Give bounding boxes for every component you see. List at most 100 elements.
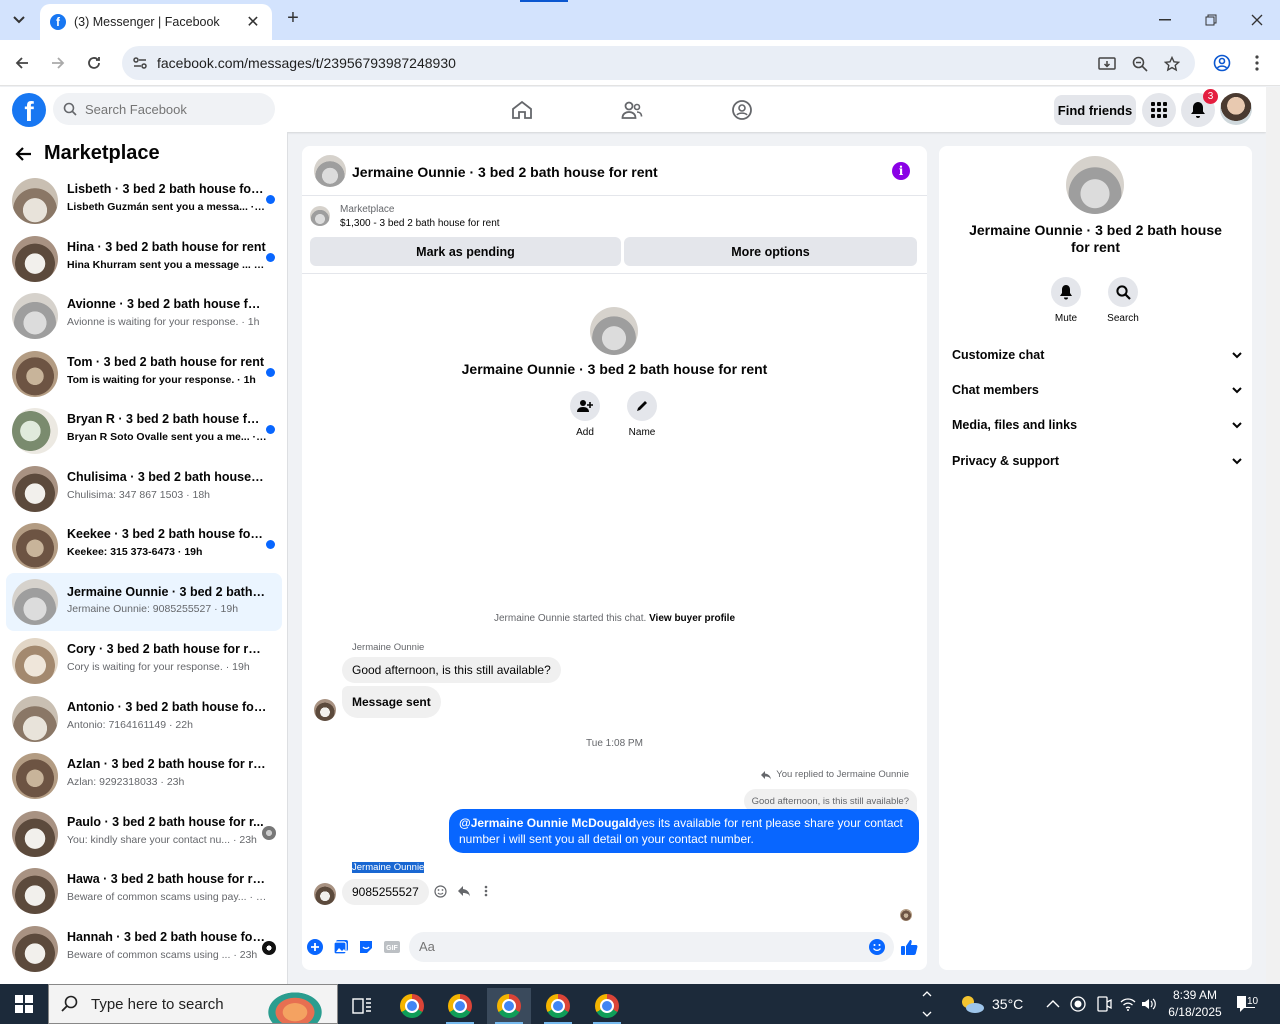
omnibox[interactable]: facebook.com/messages/t/2395679398724893… — [122, 46, 1195, 80]
listing-title[interactable]: $1,300 - 3 bed 2 bath house for rent — [340, 218, 500, 229]
conversation-name: Keekee · 3 bed 2 bath house for ... — [67, 527, 267, 541]
home-nav-icon[interactable] — [508, 97, 536, 123]
minimize-button[interactable] — [1142, 0, 1188, 40]
chrome-app-icon[interactable] — [390, 988, 434, 1024]
add-people-button[interactable]: Add — [560, 391, 610, 438]
list-item[interactable]: Bryan R · 3 bed 2 bath house for ... Bry… — [6, 404, 282, 462]
show-hidden-icons[interactable] — [1046, 984, 1060, 1024]
mention[interactable]: @Jermaine Ounnie McDougald — [459, 816, 636, 830]
facebook-icon: f — [50, 14, 66, 30]
meet-now-icon[interactable] — [1096, 984, 1112, 1024]
chrome-app-icon[interactable] — [585, 988, 629, 1024]
list-item[interactable]: Chulisima · 3 bed 2 bath house for... Ch… — [6, 462, 282, 520]
incoming-message[interactable]: Message sent — [342, 686, 441, 718]
zoom-icon[interactable] — [1130, 54, 1150, 74]
list-item[interactable]: Hawa · 3 bed 2 bath house for rent Bewar… — [6, 864, 282, 922]
page-scrollbar[interactable] — [1266, 87, 1280, 984]
sender-avatar[interactable] — [314, 883, 336, 905]
profile-icon[interactable] — [1210, 51, 1234, 75]
plus-icon[interactable] — [306, 938, 324, 956]
list-item-active[interactable]: Jermaine Ounnie · 3 bed 2 bath ho... Jer… — [6, 573, 282, 631]
chrome-app-icon[interactable] — [438, 988, 482, 1024]
bookmark-star-icon[interactable] — [1162, 54, 1182, 74]
privacy-support-section[interactable]: Privacy & support — [952, 451, 1242, 471]
search-in-chat-button[interactable]: Search — [1098, 277, 1148, 324]
taskbar-scroll-arrows[interactable] — [922, 984, 932, 1024]
facebook-logo[interactable]: f — [12, 93, 46, 127]
forward-button[interactable] — [46, 51, 70, 75]
windows-logo-icon — [15, 995, 33, 1013]
listing-thumbnail[interactable] — [310, 206, 330, 226]
list-item[interactable]: Lisbeth · 3 bed 2 bath house for ... Lis… — [6, 174, 282, 232]
react-icon[interactable] — [434, 885, 447, 898]
sender-avatar[interactable] — [314, 699, 336, 721]
url-text[interactable]: facebook.com/messages/t/2395679398724893… — [157, 55, 456, 71]
thumbs-up-icon[interactable] — [900, 938, 918, 956]
list-item[interactable]: Hina · 3 bed 2 bath house for rent Hina … — [6, 232, 282, 290]
incoming-message[interactable]: 9085255527 — [342, 879, 429, 905]
customize-chat-section[interactable]: Customize chat — [952, 345, 1242, 365]
gif-icon[interactable]: GIF — [383, 938, 401, 956]
avatar[interactable] — [314, 155, 346, 187]
view-buyer-profile-link[interactable]: View buyer profile — [649, 613, 735, 624]
mute-button[interactable]: Mute — [1041, 277, 1091, 324]
site-settings-icon[interactable] — [132, 55, 148, 71]
list-item[interactable]: Hannah · 3 bed 2 bath house for... Bewar… — [6, 922, 282, 980]
chat-members-section[interactable]: Chat members — [952, 380, 1242, 400]
taskbar-search[interactable]: Type here to search — [48, 984, 338, 1024]
weather-widget[interactable]: 35°C — [958, 984, 1023, 1024]
volume-icon[interactable] — [1141, 984, 1157, 1024]
list-item[interactable]: Tom · 3 bed 2 bath house for rent Tom is… — [6, 347, 282, 405]
search-input[interactable] — [85, 101, 265, 117]
task-view-icon[interactable] — [340, 988, 384, 1024]
list-item[interactable]: Paulo · 3 bed 2 bath house for r... You:… — [6, 807, 282, 865]
back-arrow-icon[interactable] — [14, 146, 32, 162]
friends-nav-icon[interactable] — [618, 97, 646, 123]
chat-title[interactable]: Jermaine Ounnie · 3 bed 2 bath house for… — [352, 164, 658, 180]
chrome-app-icon[interactable] — [536, 988, 580, 1024]
profile-avatar[interactable] — [1220, 93, 1252, 125]
menu-grid-icon[interactable] — [1142, 93, 1176, 127]
message-input-wrapper[interactable] — [409, 932, 894, 962]
windows-start-button[interactable] — [0, 984, 48, 1024]
restore-button[interactable] — [1188, 0, 1234, 40]
wifi-icon[interactable] — [1120, 984, 1136, 1024]
avatar[interactable] — [1066, 156, 1124, 214]
more-options-button[interactable]: More options — [624, 237, 917, 266]
message-input[interactable] — [419, 939, 849, 954]
new-tab-button[interactable]: + — [282, 8, 304, 30]
browser-tab[interactable]: f (3) Messenger | Facebook ✕ — [40, 4, 272, 40]
list-item[interactable]: Antonio · 3 bed 2 bath house for r... An… — [6, 692, 282, 750]
tab-indicator — [520, 0, 568, 2]
section-label: Privacy & support — [952, 454, 1059, 468]
mark-pending-button[interactable]: Mark as pending — [310, 237, 621, 266]
incoming-message[interactable]: Good afternoon, is this still available? — [342, 657, 561, 683]
emoji-icon[interactable] — [869, 939, 885, 955]
photo-icon[interactable] — [332, 938, 350, 956]
taskbar-clock[interactable]: 8:39 AM 6/18/2025 — [1160, 987, 1230, 1021]
groups-nav-icon[interactable] — [728, 97, 756, 123]
list-item[interactable]: Cory · 3 bed 2 bath house for rent Cory … — [6, 634, 282, 692]
list-item[interactable]: Avionne · 3 bed 2 bath house for r... Av… — [6, 289, 282, 347]
name-chat-button[interactable]: Name — [617, 391, 667, 438]
info-icon[interactable]: i — [892, 162, 910, 180]
install-app-icon[interactable] — [1097, 54, 1117, 74]
tab-search-button[interactable] — [6, 8, 32, 32]
record-icon[interactable] — [1070, 984, 1086, 1024]
chrome-app-icon-active[interactable] — [487, 988, 531, 1024]
facebook-search[interactable] — [53, 93, 275, 125]
list-item[interactable]: Azlan · 3 bed 2 bath house for rent Azla… — [6, 749, 282, 807]
browser-menu-icon[interactable] — [1245, 51, 1269, 75]
reload-button[interactable] — [82, 51, 106, 75]
media-files-links-section[interactable]: Media, files and links — [952, 415, 1242, 435]
outgoing-message[interactable]: @Jermaine Ounnie McDougaldyes its availa… — [449, 809, 919, 853]
notification-center-button[interactable]: 10 — [1236, 984, 1260, 1024]
list-item[interactable]: Keekee · 3 bed 2 bath house for ... Keek… — [6, 519, 282, 577]
more-actions-icon[interactable] — [484, 885, 488, 897]
close-tab-icon[interactable]: ✕ — [244, 12, 262, 32]
sticker-icon[interactable] — [357, 938, 375, 956]
back-button[interactable] — [10, 51, 34, 75]
reply-icon[interactable] — [457, 885, 471, 897]
close-window-button[interactable] — [1234, 0, 1280, 40]
find-friends-button[interactable]: Find friends — [1054, 95, 1136, 125]
